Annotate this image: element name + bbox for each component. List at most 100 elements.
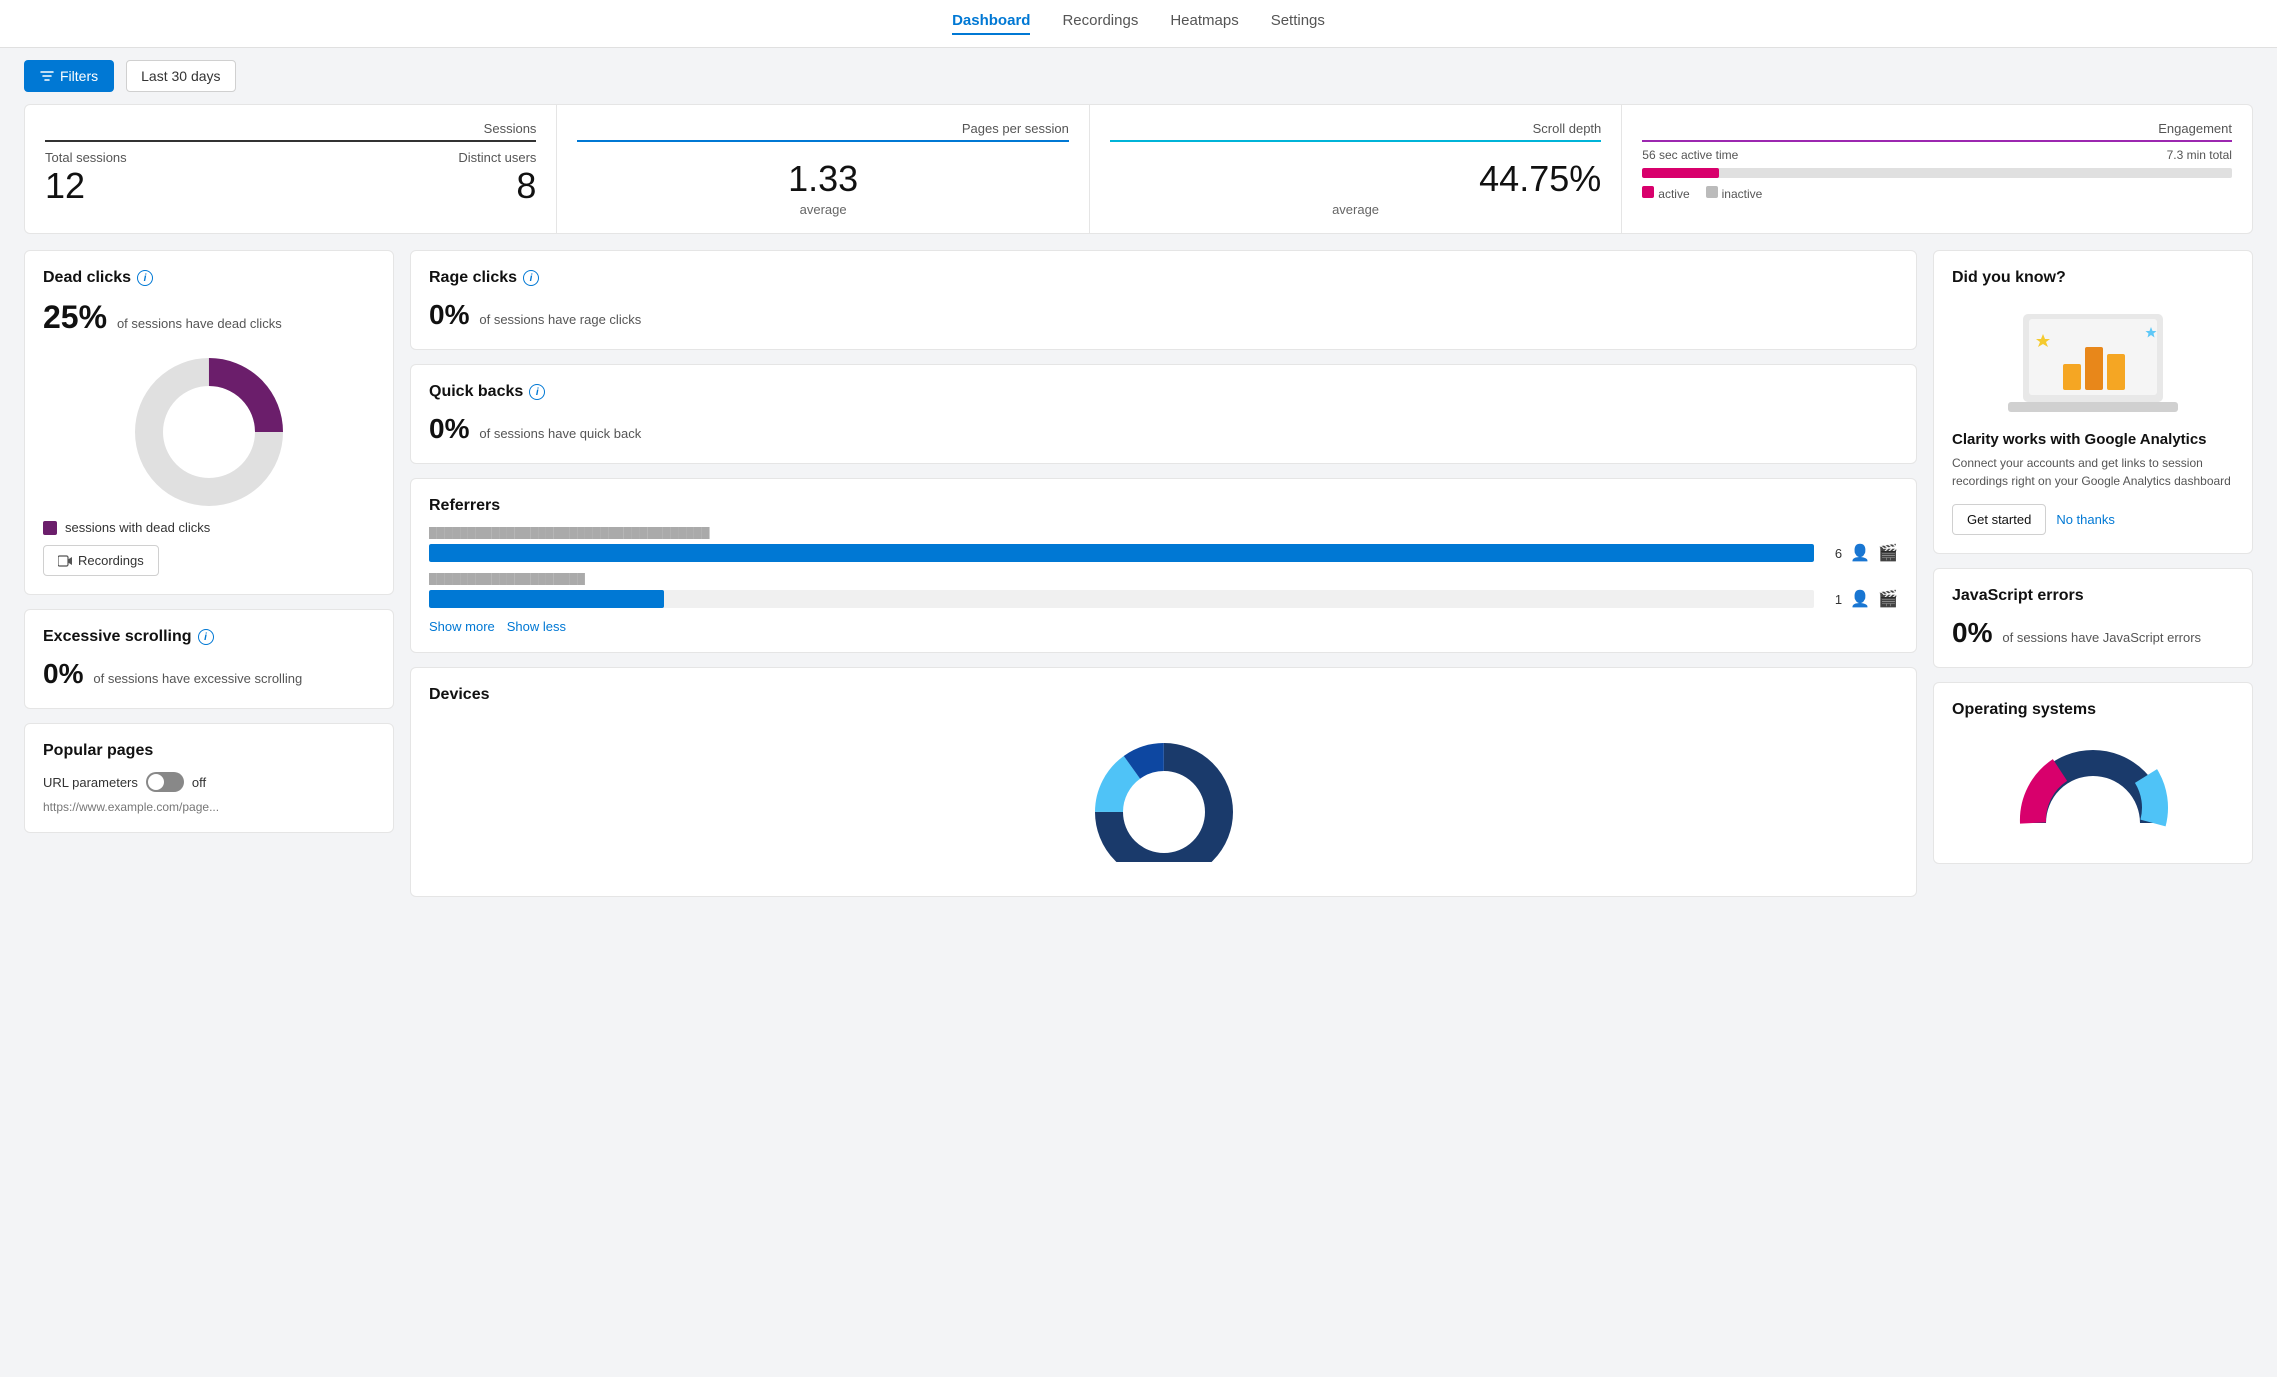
dead-clicks-title: Dead clicks i	[43, 269, 375, 287]
filter-icon	[40, 69, 54, 83]
excessive-scrolling-info-icon[interactable]: i	[198, 629, 214, 645]
total-sessions-value: 12	[45, 165, 127, 207]
rage-clicks-info-icon[interactable]: i	[523, 270, 539, 286]
excessive-scrolling-sub: of sessions have excessive scrolling	[93, 671, 302, 686]
pages-per-session-avg: average	[577, 202, 1068, 217]
show-more-button[interactable]: Show more	[429, 619, 495, 634]
engagement-label: Engagement	[1642, 121, 2232, 136]
quick-backs-title: Quick backs i	[429, 383, 1898, 401]
referrer-recording-icon-1[interactable]: 🎬	[1878, 543, 1898, 563]
referrer-item-2: ████████████████████ 1 👤 🎬	[429, 573, 1898, 609]
stats-row: Sessions Total sessions 12 Distinct user…	[24, 104, 2253, 234]
pages-per-session-value: 1.33	[577, 158, 1068, 200]
scroll-depth-stat: Scroll depth 44.75% average	[1090, 105, 1622, 233]
total-time-label: 7.3 min total	[2167, 148, 2232, 162]
rage-clicks-card: Rage clicks i 0% of sessions have rage c…	[410, 250, 1917, 350]
inactive-legend: inactive	[1722, 187, 1763, 201]
quick-backs-pct: 0%	[429, 413, 469, 444]
dead-clicks-info-icon[interactable]: i	[137, 270, 153, 286]
dead-clicks-legend: sessions with dead clicks	[43, 520, 375, 535]
popular-pages-card: Popular pages URL parameters off https:/…	[24, 723, 394, 833]
js-errors-title: JavaScript errors	[1952, 587, 2234, 605]
sessions-stat: Sessions Total sessions 12 Distinct user…	[25, 105, 557, 233]
referrer-item-1: ████████████████████████████████████ 6 👤…	[429, 527, 1898, 563]
os-donut-svg	[2013, 743, 2173, 833]
nav-recordings[interactable]: Recordings	[1062, 12, 1138, 35]
popular-pages-url: https://www.example.com/page...	[43, 800, 375, 814]
dead-clicks-donut	[43, 352, 375, 512]
excessive-scrolling-pct: 0%	[43, 658, 83, 689]
referrer-url-2: ████████████████████	[429, 573, 729, 585]
devices-title: Devices	[429, 686, 1898, 704]
engagement-legend: active inactive	[1642, 186, 2232, 201]
analytics-illustration	[2003, 299, 2183, 419]
scroll-depth-value: 44.75%	[1110, 158, 1601, 200]
left-column: Dead clicks i 25% of sessions have dead …	[24, 250, 394, 897]
devices-card: Devices	[410, 667, 1917, 897]
js-errors-card: JavaScript errors 0% of sessions have Ja…	[1933, 568, 2253, 668]
dyk-actions: Get started No thanks	[1952, 504, 2234, 535]
nav-links: Dashboard Recordings Heatmaps Settings	[952, 12, 1325, 35]
dyk-card-title: Clarity works with Google Analytics	[1952, 431, 2234, 448]
quick-backs-info-icon[interactable]: i	[529, 384, 545, 400]
top-navigation: Dashboard Recordings Heatmaps Settings	[0, 0, 2277, 48]
right-column: Did you know? Clarity works with G	[1933, 250, 2253, 897]
did-you-know-card: Did you know? Clarity works with G	[1933, 250, 2253, 554]
rage-clicks-title: Rage clicks i	[429, 269, 1898, 287]
referrers-card: Referrers ██████████████████████████████…	[410, 478, 1917, 653]
did-you-know-illustration	[1952, 299, 2234, 419]
referrer-count-2: 1	[1822, 592, 1842, 607]
os-donut-wrap	[1952, 731, 2234, 845]
no-thanks-button[interactable]: No thanks	[2056, 512, 2115, 527]
main-content: Dead clicks i 25% of sessions have dead …	[0, 250, 2277, 921]
toolbar: Filters Last 30 days	[0, 48, 2277, 104]
engagement-bar	[1642, 168, 1719, 178]
nav-dashboard[interactable]: Dashboard	[952, 12, 1030, 35]
recordings-button[interactable]: Recordings	[43, 545, 159, 576]
dead-clicks-sub: of sessions have dead clicks	[117, 316, 282, 331]
did-you-know-title: Did you know?	[1952, 269, 2234, 287]
quick-backs-card: Quick backs i 0% of sessions have quick …	[410, 364, 1917, 464]
scroll-depth-label: Scroll depth	[1110, 121, 1601, 136]
dyk-card-desc: Connect your accounts and get links to s…	[1952, 454, 2234, 490]
dead-clicks-pct: 25%	[43, 299, 107, 335]
sessions-label: Sessions	[45, 121, 536, 136]
nav-heatmaps[interactable]: Heatmaps	[1170, 12, 1238, 35]
url-params-toggle[interactable]	[146, 772, 184, 792]
recordings-icon	[58, 555, 72, 567]
referrer-count-1: 6	[1822, 546, 1842, 561]
middle-column: Rage clicks i 0% of sessions have rage c…	[410, 250, 1917, 897]
distinct-users-value: 8	[458, 165, 536, 207]
popular-pages-title: Popular pages	[43, 742, 375, 760]
referrer-bar-2	[429, 590, 1814, 608]
date-filter-button[interactable]: Last 30 days	[126, 60, 235, 92]
referrer-user-icon-1[interactable]: 👤	[1850, 543, 1870, 563]
filters-button[interactable]: Filters	[24, 60, 114, 92]
dead-clicks-donut-svg	[129, 352, 289, 512]
rage-clicks-sub: of sessions have rage clicks	[479, 312, 641, 327]
active-time-label: 56 sec active time	[1642, 148, 1738, 162]
pages-per-session-stat: Pages per session 1.33 average	[557, 105, 1089, 233]
scroll-depth-avg: average	[1110, 202, 1601, 217]
distinct-users-label: Distinct users	[458, 150, 536, 165]
referrer-bar-1	[429, 544, 1814, 562]
js-errors-pct: 0%	[1952, 617, 1992, 648]
referrer-user-icon-2[interactable]: 👤	[1850, 589, 1870, 609]
referrers-actions: Show more Show less	[429, 619, 1898, 634]
rage-clicks-pct: 0%	[429, 299, 469, 330]
url-params-toggle-wrap: URL parameters off	[43, 772, 375, 792]
quick-backs-sub: of sessions have quick back	[479, 426, 641, 441]
excessive-scrolling-title: Excessive scrolling i	[43, 628, 375, 646]
active-legend: active	[1658, 187, 1689, 201]
get-started-button[interactable]: Get started	[1952, 504, 2046, 535]
dead-clicks-card: Dead clicks i 25% of sessions have dead …	[24, 250, 394, 595]
referrers-title: Referrers	[429, 497, 1898, 515]
os-card: Operating systems	[1933, 682, 2253, 864]
excessive-scrolling-card: Excessive scrolling i 0% of sessions hav…	[24, 609, 394, 709]
referrer-recording-icon-2[interactable]: 🎬	[1878, 589, 1898, 609]
engagement-stat: Engagement 56 sec active time 7.3 min to…	[1622, 105, 2252, 233]
total-sessions-label: Total sessions	[45, 150, 127, 165]
nav-settings[interactable]: Settings	[1271, 12, 1325, 35]
referrer-url-1: ████████████████████████████████████	[429, 527, 729, 539]
show-less-button[interactable]: Show less	[507, 619, 566, 634]
